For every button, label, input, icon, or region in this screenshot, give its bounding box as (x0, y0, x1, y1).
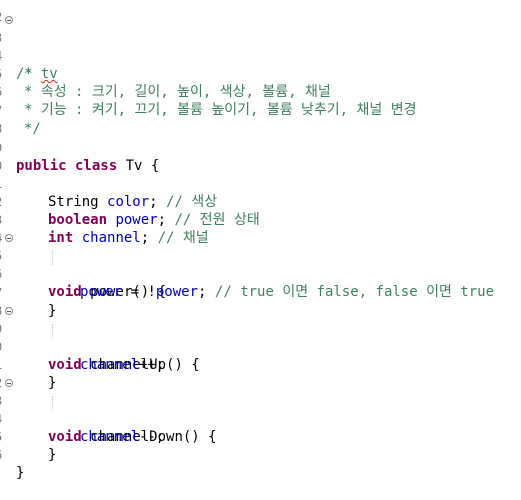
code-line: 2 (0, 0, 521, 24)
fold-collapse-icon[interactable] (5, 379, 13, 387)
code-line: 2 boolean power; // 전원 상태 (0, 175, 521, 228)
code-line: 0 channel++; (0, 320, 521, 373)
code-line: 3 /* (0, 11, 521, 82)
code-line: 5 void power() { (0, 229, 521, 300)
code-line: 0 (0, 139, 521, 173)
code-editor[interactable]: 2 3 /* 4 * tv 5 * 속성 : 크기, 길이, 높이, 색상, 볼… (0, 0, 521, 481)
code-line: 4 * tv (0, 29, 521, 82)
indent-guide (52, 251, 53, 265)
code-line: 5 } (0, 410, 521, 463)
fold-collapse-icon[interactable] (5, 307, 13, 315)
code-line: 6 } (0, 428, 521, 481)
fold-collapse-icon[interactable] (5, 16, 13, 24)
code-line: 8 (0, 102, 521, 136)
closing-brace: } (16, 465, 25, 481)
code-line: 7 */ (0, 84, 521, 137)
code-line: 6 * 기능 : 켜기, 끄기, 볼륨 높이기, 볼륨 낮추기, 채널 변경 (0, 65, 521, 118)
code-line: 1 String color; // 색상 (0, 157, 521, 210)
code-line: 8 (0, 284, 521, 318)
code-line: 4 (0, 211, 521, 245)
indent-guide (52, 396, 53, 410)
code-line: 3 void channelDown() { (0, 374, 521, 445)
code-line: 1 } (0, 338, 521, 391)
code-line: 7 } (0, 266, 521, 319)
closing-brace: } (48, 447, 57, 463)
code-line: 3 int channel; // 채널 (0, 193, 521, 246)
code-line: 9 public class Tv { (0, 121, 521, 174)
code-line: 2 (0, 356, 521, 390)
indent-guide (52, 324, 53, 338)
fold-collapse-icon[interactable] (5, 234, 13, 242)
code-line: 4 channel--; (0, 392, 521, 445)
code-line: 9 void channelUp() { (0, 302, 521, 373)
line-number: 6 (0, 446, 7, 464)
code-line: 5 * 속성 : 크기, 길이, 높이, 색상, 볼륨, 채널 (0, 47, 521, 100)
code-line: 6 power = !power; // true 이면 false, fals… (0, 247, 521, 300)
